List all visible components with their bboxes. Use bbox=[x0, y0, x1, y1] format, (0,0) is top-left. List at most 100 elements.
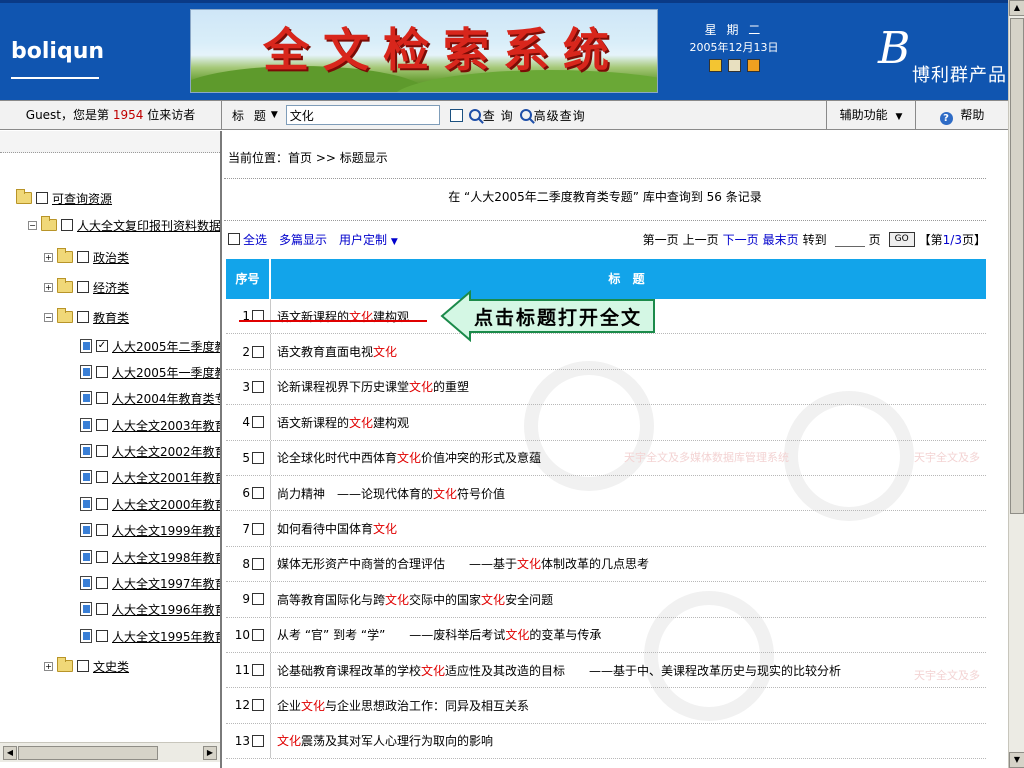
page-scrollbar[interactable]: ▲ ▼ bbox=[1008, 0, 1024, 768]
scroll-left-arrow-icon[interactable]: ◀ bbox=[3, 746, 17, 760]
tree-node-politics[interactable]: + 政治类 bbox=[44, 247, 129, 267]
help-button[interactable]: ? 帮助 bbox=[916, 101, 1008, 129]
advanced-query-button[interactable]: 高级查询 bbox=[519, 107, 586, 124]
tree-item-8[interactable]: 人大全文1998年教育类专题 bbox=[80, 547, 220, 567]
tree-item-9[interactable]: 人大全文1997年教育类专题 bbox=[80, 573, 220, 593]
expand-icon[interactable]: + bbox=[44, 282, 53, 292]
collapse-icon[interactable]: − bbox=[28, 220, 37, 230]
tree-checkbox[interactable] bbox=[77, 311, 89, 323]
row-title-link[interactable]: 论基础教育课程改革的学校文化适应性及其改造的目标 ——基于中、美课程改革历史与现… bbox=[271, 662, 841, 679]
row-checkbox[interactable] bbox=[252, 416, 264, 429]
search-checkbox[interactable] bbox=[449, 108, 463, 122]
tree-node-economy[interactable]: + 经济类 bbox=[44, 277, 129, 297]
row-checkbox[interactable] bbox=[252, 734, 264, 747]
row-number: 10 bbox=[234, 627, 250, 642]
row-title-link[interactable]: 语文教育直面电视文化 bbox=[271, 343, 397, 360]
tree-item-6[interactable]: 人大全文2000年教育类专题 bbox=[80, 494, 220, 514]
row-title-link[interactable]: 媒体无形资产中商誉的合理评估 ——基于文化体制改革的几点思考 bbox=[271, 555, 649, 572]
breadcrumb: 当前位置：首页 >> 标题显示 bbox=[228, 151, 388, 165]
tree-checkbox[interactable] bbox=[96, 419, 108, 431]
row-checkbox[interactable] bbox=[252, 451, 264, 464]
logo-text: boliqun bbox=[11, 39, 105, 64]
tree-item-5[interactable]: 人大全文2001年教育类专题 bbox=[80, 467, 220, 487]
row-title-link[interactable]: 语文新课程的文化建构观 bbox=[271, 308, 409, 325]
tree-checkbox[interactable] bbox=[36, 192, 48, 204]
favorite-icon[interactable] bbox=[746, 59, 760, 72]
select-all-link[interactable]: 全选 bbox=[243, 231, 267, 248]
row-title-link[interactable]: 论新课程视界下历史课堂文化的重塑 bbox=[271, 378, 469, 395]
search-input[interactable] bbox=[285, 105, 440, 125]
tree-item-1[interactable]: 人大2005年一季度教育类专题 bbox=[80, 362, 220, 382]
logo[interactable]: boliqun bbox=[7, 13, 187, 83]
tree-checkbox[interactable] bbox=[77, 660, 89, 672]
query-button[interactable]: 查 询 bbox=[468, 107, 514, 124]
tree-node-library[interactable]: − 人大全文复印报刊资料数据 bbox=[28, 215, 220, 235]
tree-checkbox[interactable] bbox=[77, 251, 89, 263]
row-checkbox[interactable] bbox=[252, 557, 264, 570]
row-title-link[interactable]: 文化震荡及其对军人心理行为取向的影响 bbox=[271, 732, 493, 749]
page-number-input[interactable] bbox=[834, 231, 865, 247]
tree-checkbox[interactable] bbox=[96, 445, 108, 457]
tree-horizontal-scrollbar[interactable]: ◀ ▶ bbox=[0, 742, 220, 762]
aux-functions-menu[interactable]: 辅助功能 ▼ bbox=[826, 101, 916, 129]
row-title-link[interactable]: 如何看待中国体育文化 bbox=[271, 520, 397, 537]
tree-checkbox[interactable] bbox=[96, 630, 108, 642]
collapse-icon[interactable]: − bbox=[44, 312, 53, 322]
row-checkbox[interactable] bbox=[252, 487, 264, 500]
row-checkbox[interactable] bbox=[252, 628, 264, 641]
tree-item-10[interactable]: 人大全文1996年教育类专题 bbox=[80, 599, 220, 619]
tree-checkbox[interactable] bbox=[96, 392, 108, 404]
select-all-checkbox[interactable] bbox=[228, 233, 240, 245]
tree-item-2[interactable]: 人大2004年教育类专题 bbox=[80, 388, 220, 408]
tree-item-4[interactable]: 人大全文2002年教育类专题 bbox=[80, 441, 220, 461]
row-title-link[interactable]: 企业文化与企业思想政治工作：同异及相互关系 bbox=[271, 697, 529, 714]
home-icon[interactable] bbox=[708, 59, 722, 72]
tree-item-3[interactable]: 人大全文2003年教育类专题 bbox=[80, 415, 220, 435]
tree-item-11[interactable]: 人大全文1995年教育类专题 bbox=[80, 626, 220, 646]
user-custom-menu[interactable]: 用户定制 ▼ bbox=[339, 231, 398, 248]
row-checkbox[interactable] bbox=[252, 522, 264, 535]
row-title-link[interactable]: 高等教育国际化与跨文化交际中的国家文化安全问题 bbox=[271, 591, 553, 608]
tree-checkbox[interactable] bbox=[77, 281, 89, 293]
tree-item-0[interactable]: ✓ 人大2005年二季度教育类专题 bbox=[80, 336, 220, 356]
tree-checkbox[interactable] bbox=[96, 471, 108, 483]
multi-display-link[interactable]: 多篇显示 bbox=[279, 231, 327, 248]
search-field-select[interactable]: 标 题 bbox=[232, 107, 269, 124]
go-button[interactable]: GO bbox=[888, 231, 915, 247]
tree-checkbox[interactable] bbox=[96, 366, 108, 378]
expand-icon[interactable]: + bbox=[44, 661, 53, 671]
tree-checkbox[interactable] bbox=[96, 551, 108, 563]
row-checkbox[interactable] bbox=[252, 345, 264, 358]
scroll-thumb[interactable] bbox=[1010, 18, 1024, 514]
last-page-link[interactable]: 最末页 bbox=[763, 231, 799, 248]
callout-text: 点击标题打开全文 bbox=[474, 307, 643, 329]
row-title-link[interactable]: 论全球化时代中西体育文化价值冲突的形式及意蕴 bbox=[271, 449, 541, 466]
tree-checkbox-checked[interactable]: ✓ bbox=[96, 340, 108, 352]
row-title-link[interactable]: 从考 “官” 到考 “学” ——废科举后考试文化的变革与传承 bbox=[271, 626, 601, 643]
keyword-highlight: 文化 bbox=[517, 557, 542, 572]
row-number-cell: 12 bbox=[226, 688, 271, 723]
tree-item-7[interactable]: 人大全文1999年教育类专题 bbox=[80, 520, 220, 540]
tree-checkbox[interactable] bbox=[61, 219, 73, 231]
row-checkbox[interactable] bbox=[252, 380, 264, 393]
tree-checkbox[interactable] bbox=[96, 603, 108, 615]
mail-icon[interactable] bbox=[727, 59, 741, 72]
row-checkbox[interactable] bbox=[252, 664, 264, 677]
expand-icon[interactable]: + bbox=[44, 252, 53, 262]
row-title-link[interactable]: 语文新课程的文化建构观 bbox=[271, 414, 409, 431]
row-checkbox[interactable] bbox=[252, 699, 264, 712]
row-checkbox[interactable] bbox=[252, 593, 264, 606]
scroll-down-arrow-icon[interactable]: ▼ bbox=[1009, 752, 1024, 768]
row-title-link[interactable]: 尚力精神 ——论现代体育的文化符号价值 bbox=[271, 485, 505, 502]
scroll-right-arrow-icon[interactable]: ▶ bbox=[203, 746, 217, 760]
tree-checkbox[interactable] bbox=[96, 524, 108, 536]
scroll-thumb[interactable] bbox=[18, 746, 158, 760]
next-page-link[interactable]: 下一页 bbox=[723, 231, 759, 248]
tree-checkbox[interactable] bbox=[96, 577, 108, 589]
tree-node-education[interactable]: − 教育类 bbox=[44, 307, 129, 327]
scroll-up-arrow-icon[interactable]: ▲ bbox=[1009, 0, 1024, 16]
tree-node-root[interactable]: 可查询资源 bbox=[16, 188, 112, 208]
tree-checkbox[interactable] bbox=[96, 498, 108, 510]
tree-node-history[interactable]: + 文史类 bbox=[44, 656, 129, 676]
chevron-down-icon[interactable]: ▼ bbox=[271, 110, 278, 120]
